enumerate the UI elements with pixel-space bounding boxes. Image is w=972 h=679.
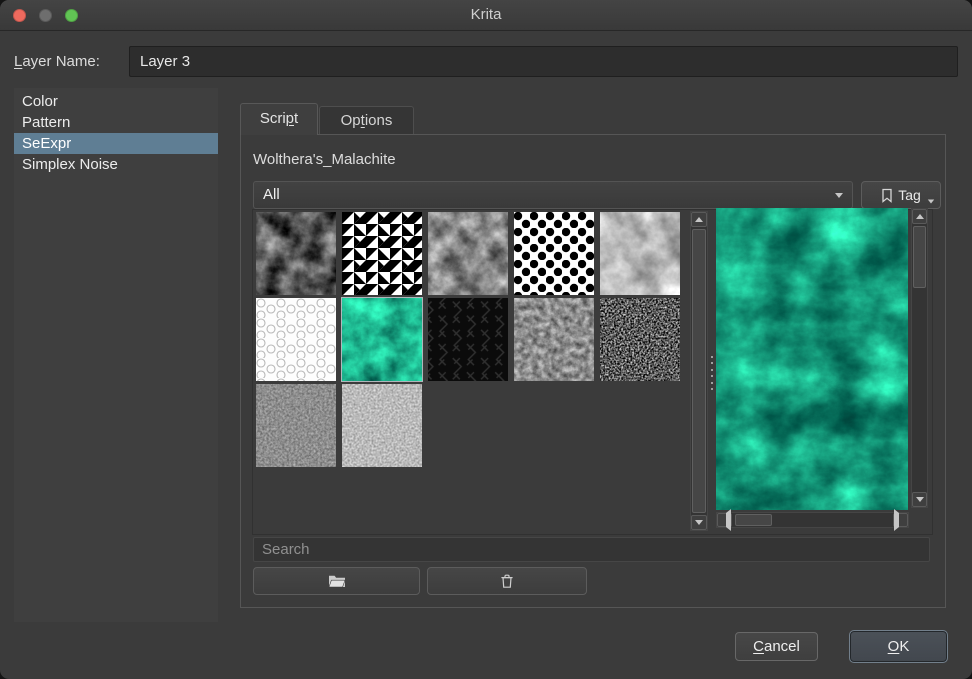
triangle-up-icon — [695, 217, 703, 222]
preview-horizontal-scrollbar[interactable] — [716, 512, 909, 528]
scroll-down-button[interactable] — [912, 492, 927, 507]
zoom-button[interactable] — [65, 9, 78, 22]
minimize-button[interactable] — [39, 9, 52, 22]
selected-resource-name: Wolthera's_Malachite — [253, 151, 396, 168]
layer-name-input[interactable] — [129, 46, 958, 77]
close-button[interactable] — [13, 9, 26, 22]
pattern-grid — [256, 212, 686, 467]
pattern-thumbnail-triangle-mosaic[interactable] — [342, 212, 422, 295]
tag-button-label: Tag — [898, 187, 921, 203]
triangle-up-icon — [916, 214, 924, 219]
krita-fill-layer-dialog: Krita Layer Name: Color Pattern SeExpr S… — [0, 0, 972, 679]
ok-button[interactable]: OK — [849, 630, 948, 663]
bookmark-icon — [881, 188, 893, 203]
pattern-thumbnail-soft-light-clouds[interactable] — [600, 212, 680, 295]
triangle-down-icon — [695, 520, 703, 525]
pattern-thumbnail-dark-maze[interactable] — [428, 298, 508, 381]
resource-preview — [716, 208, 908, 510]
pattern-thumbnail-dark-speckle[interactable] — [600, 298, 680, 381]
list-item-simplex-noise[interactable]: Simplex Noise — [14, 154, 218, 175]
delete-resource-button[interactable] — [427, 567, 587, 595]
import-resource-button[interactable] — [253, 567, 420, 595]
search-input[interactable] — [253, 537, 930, 562]
scroll-up-button[interactable] — [912, 209, 927, 224]
cancel-button[interactable]: Cancel — [735, 632, 818, 661]
scrollbar-thumb[interactable] — [692, 229, 706, 513]
pattern-thumbnail-green-malachite[interactable] — [342, 298, 422, 381]
layer-name-label: Layer Name: — [14, 53, 100, 70]
pattern-thumbnail-dark-storm-clouds[interactable] — [256, 212, 336, 295]
tag-filter-combobox[interactable]: All — [253, 181, 853, 209]
tag-filter-value: All — [263, 182, 280, 208]
folder-icon — [328, 574, 346, 588]
list-item-seexpr[interactable]: SeExpr — [14, 133, 218, 154]
window-title: Krita — [0, 0, 972, 30]
chevron-down-icon — [835, 193, 843, 198]
tag-button[interactable]: Tag — [861, 181, 941, 209]
list-item-color[interactable]: Color — [14, 91, 218, 112]
chevron-down-icon — [928, 200, 934, 204]
tab-script[interactable]: Script — [240, 103, 318, 135]
pattern-thumbnail-halftone-dots[interactable] — [514, 212, 594, 295]
scroll-right-button[interactable] — [893, 513, 908, 527]
scroll-left-button[interactable] — [717, 513, 732, 527]
trash-icon — [500, 573, 514, 589]
scroll-down-button[interactable] — [691, 515, 707, 530]
pattern-thumbnail-rough-concrete[interactable] — [514, 298, 594, 381]
pattern-thumbnail-fine-grain[interactable] — [256, 384, 336, 467]
tab-options[interactable]: Options — [319, 106, 414, 134]
pattern-thumbnail-gray-marble-clouds[interactable] — [428, 212, 508, 295]
triangle-right-icon — [894, 509, 907, 531]
pattern-thumbnail-circle-lattice[interactable] — [256, 298, 336, 381]
triangle-left-icon — [718, 509, 731, 531]
scroll-up-button[interactable] — [691, 212, 707, 227]
generator-type-list: Color Pattern SeExpr Simplex Noise — [14, 88, 218, 622]
pattern-thumbnail-light-weave[interactable] — [342, 384, 422, 467]
splitter-handle[interactable] — [710, 356, 714, 390]
preview-vertical-scrollbar[interactable] — [911, 208, 928, 508]
titlebar[interactable]: Krita — [0, 0, 972, 31]
triangle-down-icon — [916, 497, 924, 502]
scrollbar-thumb[interactable] — [735, 514, 772, 526]
scrollbar-thumb[interactable] — [913, 226, 926, 288]
pattern-grid-scrollbar[interactable] — [690, 211, 708, 531]
list-item-pattern[interactable]: Pattern — [14, 112, 218, 133]
